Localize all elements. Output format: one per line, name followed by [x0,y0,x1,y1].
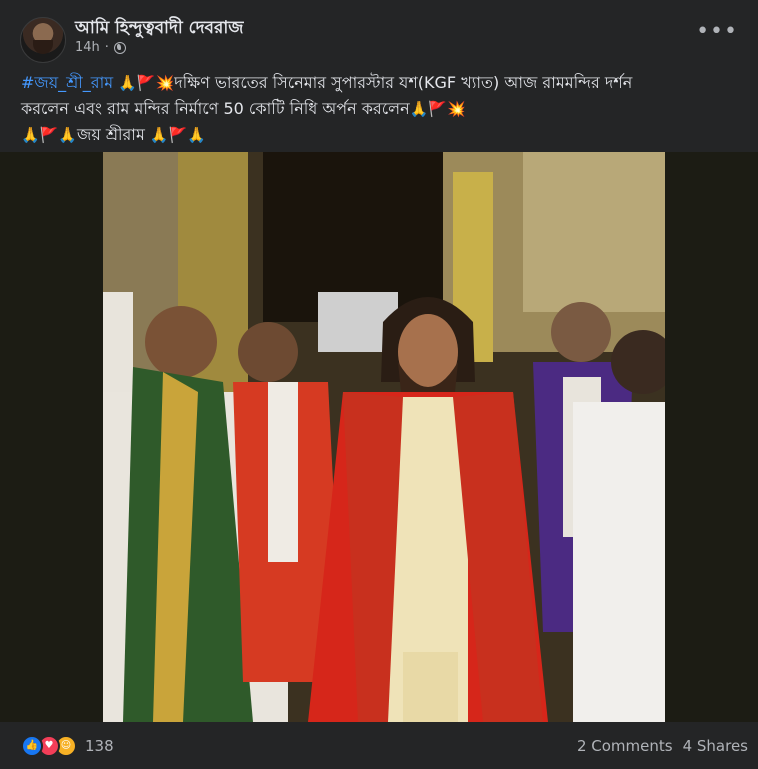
photo-container [0,152,758,722]
post-line-3-text: জয় শ্রীরাম [77,125,145,144]
like-icon: 👍 [21,734,43,757]
post-line-1-text: দক্ষিণ ভারতের সিনেমার সুপারস্টার যশ(KGF … [174,73,633,92]
post-line-2: করলেন এবং রাম মন্দির নির্মাণে 50 কোটি নি… [21,96,741,122]
author-avatar[interactable] [20,17,66,63]
post-meta: 14h · [75,40,126,55]
post-text: #জয়_শ্রী_রাম 🙏🚩💥দক্ষিণ ভারতের সিনেমার স… [21,70,741,148]
globe-icon [113,41,126,54]
post-header: আমি হিন্দুত্ববাদী দেবরাজ 14h · ••• [0,0,758,68]
emoji-group: 🙏🚩💥 [118,74,175,92]
reaction-count[interactable]: 138 [85,737,114,755]
hashtag-link[interactable]: #জয়_শ্রী_রাম [21,73,113,92]
post-line-2-text: করলেন এবং রাম মন্দির নির্মাণে 50 কোটি নি… [21,99,410,118]
shares-count-link[interactable]: 4 Shares [683,737,748,755]
more-options-icon[interactable]: ••• [696,21,738,43]
emoji-group: 🙏🚩🙏 [21,126,78,144]
author-name[interactable]: আমি হিন্দুত্ববাদী দেবরাজ [75,15,243,43]
separator-dot: · [104,40,109,55]
post-photo[interactable] [103,152,665,722]
post-line-3: 🙏🚩🙏জয় শ্রীরাম 🙏🚩🙏 [21,122,741,148]
reactions-summary[interactable]: 👍 ♥ ☺ 138 [21,734,114,757]
post-timestamp[interactable]: 14h [75,40,100,55]
post-footer: 👍 ♥ ☺ 138 2 Comments 4 Shares [0,722,758,769]
comments-count-link[interactable]: 2 Comments [577,737,673,755]
post-stats: 2 Comments 4 Shares [577,737,748,755]
feed-post: আমি হিন্দুত্ববাদী দেবরাজ 14h · ••• #জয়_… [0,0,758,769]
emoji-group: 🙏🚩💥 [409,100,466,118]
post-line-1: #জয়_শ্রী_রাম 🙏🚩💥দক্ষিণ ভারতের সিনেমার স… [21,70,741,96]
photo-illustration [103,152,665,722]
emoji-group: 🙏🚩🙏 [149,126,206,144]
